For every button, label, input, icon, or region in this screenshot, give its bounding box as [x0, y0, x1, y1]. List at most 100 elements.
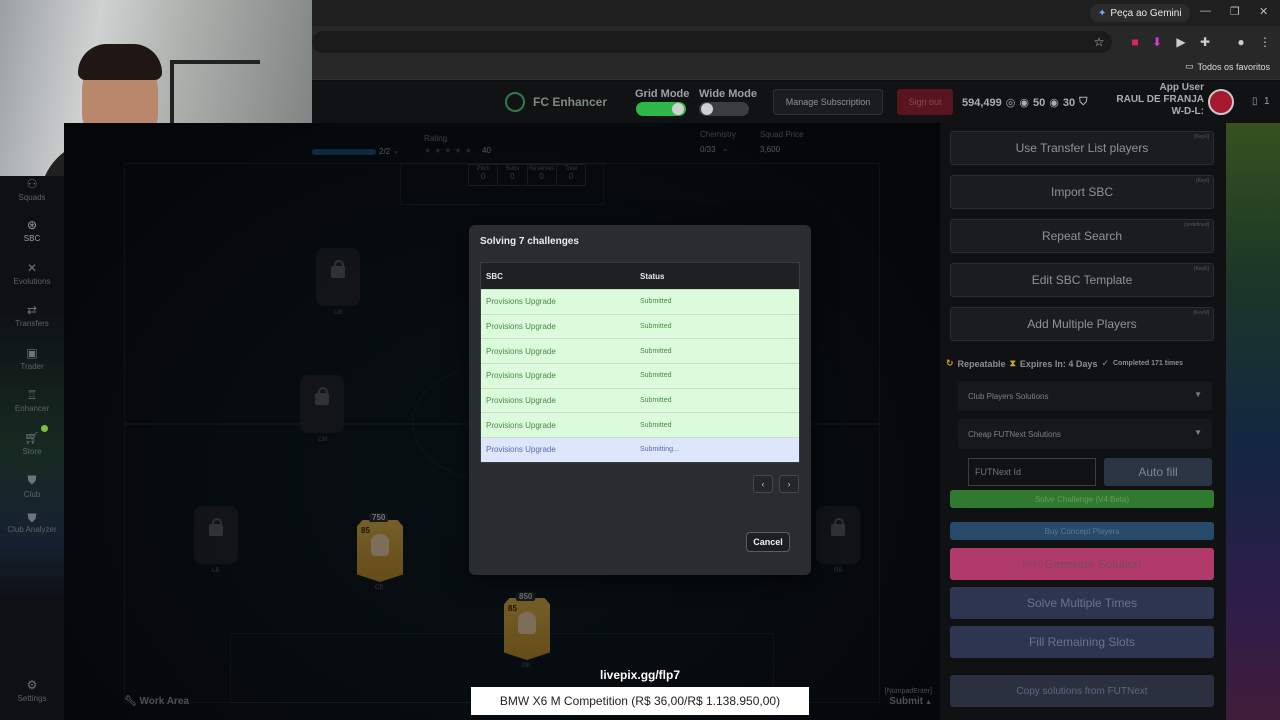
buy-concept-players-button[interactable]: Buy Concept Players — [950, 522, 1214, 540]
restore-icon[interactable]: ❐ — [1230, 5, 1240, 18]
solve-challenge-button[interactable]: Solve Challenge (V4 Beta) — [950, 490, 1214, 508]
extensions-puzzle-icon[interactable]: ✚ — [1198, 35, 1212, 49]
points-a-value: 50 — [1032, 96, 1046, 109]
add-multiple-players-button[interactable]: Add Multiple Players [KeyM] — [950, 307, 1214, 341]
enhancer-icon: ♖ — [26, 388, 38, 402]
wide-mode-label: Wide Mode — [699, 88, 757, 100]
table-row: Provisions Upgrade Submitted — [481, 363, 799, 388]
nav-trader[interactable]: ▣ Trader — [0, 346, 64, 371]
coins-icon: ◎ — [1005, 97, 1016, 109]
club-badge-icon — [1208, 89, 1234, 115]
all-bookmarks-folder[interactable]: ▭ Todos os favoritos — [1185, 61, 1270, 72]
store-notification-dot — [41, 425, 48, 432]
hourglass-icon: ⧗ — [1009, 358, 1016, 368]
column-sbc: SBC — [486, 271, 503, 281]
repeat-icon: ↻ — [946, 358, 954, 368]
browser-menu-icon[interactable]: ⋮ — [1258, 35, 1272, 49]
person-hair — [78, 44, 162, 80]
wide-mode-toggle[interactable] — [699, 102, 749, 116]
bookmark-star-icon[interactable]: ☆ — [1092, 35, 1106, 49]
sbc-repeat-info: ↻ Repeatable ⧗ Expires In: 4 Days ✓ Comp… — [946, 358, 1184, 369]
donation-goal-bar: BMW X6 M Competition (R$ 36,00/R$ 1.138.… — [471, 687, 809, 715]
transfers-icon: ⇄ — [26, 303, 38, 317]
table-row: Provisions Upgrade Submitted — [481, 387, 799, 413]
shield-icon: ⛉ — [1079, 96, 1088, 108]
previous-page-button[interactable]: ‹ — [753, 475, 773, 493]
grid-mode-label: Grid Mode — [635, 88, 690, 100]
repeat-search-button[interactable]: Repeat Search [undefined] — [950, 219, 1214, 253]
fc-points-icon: ◉ — [1019, 97, 1029, 109]
cheap-futnext-solutions-dropdown[interactable]: Cheap FUTNext Solutions ▼ — [958, 419, 1212, 449]
caret-down-icon: ▼ — [1194, 390, 1202, 399]
nav-store[interactable]: 🛒︎ Store — [0, 431, 64, 456]
close-icon[interactable]: ✕ — [1259, 5, 1268, 18]
chevron-right-icon: › — [787, 479, 791, 489]
column-status: Status — [640, 271, 665, 281]
gemini-button[interactable]: ✦ Peça ao Gemini — [1090, 4, 1190, 22]
user-info: App User RAUL DE FRANJA W-D-L: — [1116, 82, 1204, 118]
club-icon: ⛊ — [27, 473, 37, 487]
device-count: 1 — [1264, 96, 1270, 107]
solve-multiple-times-button[interactable]: Solve Multiple Times — [950, 587, 1214, 619]
table-row: Provisions Upgrade Submitted — [481, 289, 799, 314]
table-row: Provisions Upgrade Submitted — [481, 338, 799, 364]
extension-red-icon[interactable]: ■ — [1128, 35, 1142, 49]
table-header: SBC Status — [481, 263, 799, 289]
grid-mode-toggle[interactable] — [636, 102, 686, 116]
user-record: W-D-L: — [1171, 106, 1204, 117]
futnext-id-input[interactable] — [968, 458, 1096, 486]
brand: FC Enhancer — [505, 92, 607, 112]
toggle-knob — [672, 103, 684, 115]
nav-evolutions[interactable]: ✕ Evolutions — [0, 261, 64, 286]
nav-club[interactable]: ⛊ Club — [0, 473, 64, 499]
use-transfer-list-button[interactable]: Use Transfer List players [KeyX] — [950, 131, 1214, 165]
device-icon: ▯ — [1252, 96, 1258, 107]
squads-icon: ⚇ — [26, 177, 38, 191]
nav-enhancer[interactable]: ♖ Enhancer — [0, 388, 64, 413]
media-extension-icon[interactable]: ▶ — [1174, 35, 1188, 49]
challenges-table: SBC Status Provisions Upgrade Submitted P… — [480, 262, 800, 463]
table-row: Provisions Upgrade Submitting... — [481, 437, 799, 462]
sign-out-button[interactable]: Sign out — [897, 89, 953, 115]
solving-challenges-dialog: Solving 7 challenges SBC Status Provisio… — [469, 225, 811, 575]
caret-down-icon: ▼ — [1194, 428, 1202, 437]
folder-icon: ▭ — [1184, 61, 1194, 71]
generate-solution-button[interactable]: [KeyJ] Generate Solution — [950, 548, 1214, 580]
nav-sbc[interactable]: ⊛ SBC — [0, 218, 64, 243]
address-bar[interactable] — [312, 31, 1112, 53]
coins-value: 594,499 — [962, 96, 1002, 109]
chevron-left-icon: ‹ — [761, 479, 765, 489]
manage-subscription-button[interactable]: Manage Subscription — [773, 89, 883, 115]
sbc-icon: ⊛ — [26, 218, 38, 232]
table-row: Provisions Upgrade Submitted — [481, 412, 799, 438]
cancel-button[interactable]: Cancel — [746, 532, 790, 552]
user-name: RAUL DE FRANJA — [1116, 94, 1204, 105]
auto-fill-button[interactable]: Auto fill — [1104, 458, 1212, 486]
evolutions-icon: ✕ — [26, 261, 38, 275]
store-icon: 🛒︎ — [24, 431, 40, 445]
nav-transfers[interactable]: ⇄ Transfers — [0, 303, 64, 328]
nav-club-analyzer[interactable]: ⛊ Club Analyzer — [0, 511, 64, 534]
copy-solutions-futnext-button[interactable]: Copy solutions from FUTNext — [950, 675, 1214, 707]
edit-sbc-template-button[interactable]: Edit SBC Template [KeyE] — [950, 263, 1214, 297]
nav-settings[interactable]: ⚙ Settings — [0, 678, 64, 703]
table-row: Provisions Upgrade Submitted — [481, 313, 799, 339]
livepix-link: livepix.gg/flp7 — [600, 668, 681, 682]
profile-avatar-icon[interactable]: ● — [1234, 35, 1248, 49]
bookmarks-bar — [312, 58, 1280, 80]
points-b-value: 30 — [1062, 96, 1076, 109]
minimize-icon[interactable]: — — [1200, 5, 1211, 17]
fill-remaining-slots-button[interactable]: Fill Remaining Slots — [950, 626, 1214, 658]
nav-squads[interactable]: ⚇ Squads — [0, 177, 64, 202]
user-role: App User — [1159, 82, 1204, 93]
download-extension-icon[interactable]: ⬇ — [1150, 35, 1164, 49]
club-players-solutions-dropdown[interactable]: Club Players Solutions ▼ — [958, 381, 1212, 411]
settings-icon: ⚙ — [26, 678, 38, 692]
gemini-icon: ✦ — [1098, 7, 1107, 19]
club-analyzer-icon: ⛊ — [27, 511, 37, 525]
fc-points-icon: ◉ — [1049, 97, 1059, 109]
import-sbc-button[interactable]: Import SBC [KeyI] — [950, 175, 1214, 209]
trader-icon: ▣ — [26, 346, 38, 360]
next-page-button[interactable]: › — [779, 475, 799, 493]
decorative-gradient — [1226, 123, 1280, 720]
